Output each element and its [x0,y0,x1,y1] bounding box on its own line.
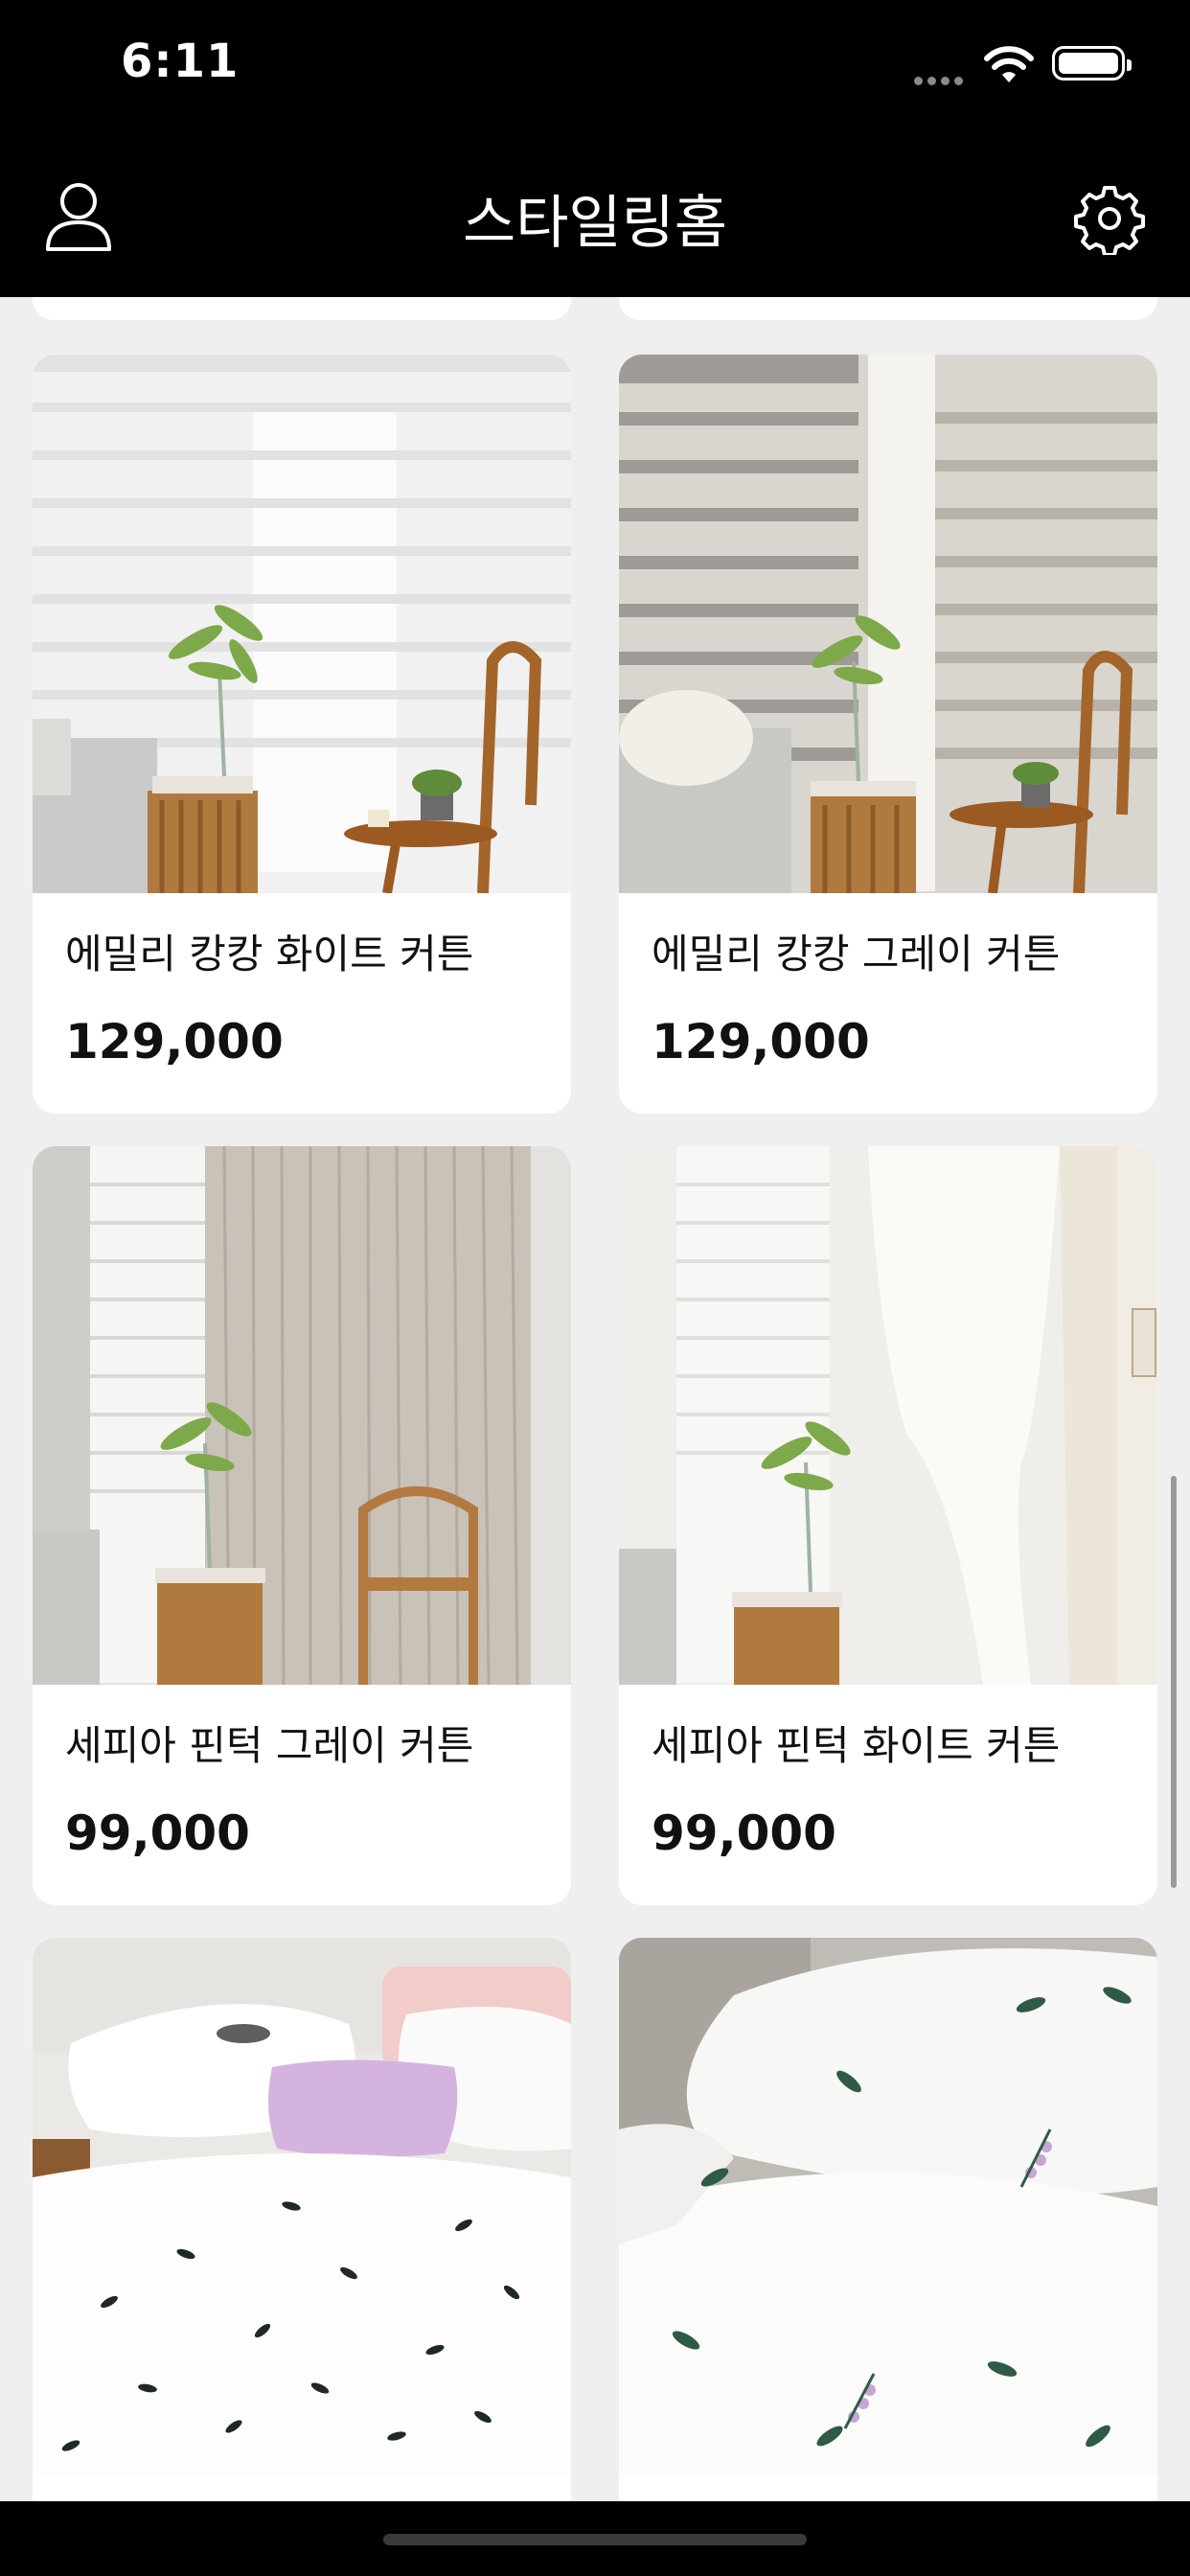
product-card[interactable]: 에밀리 캉캉 화이트 커튼 129,000 [33,355,571,1114]
product-card[interactable]: 세피아 핀턱 화이트 커튼 99,000 [619,1146,1157,1905]
product-name: 에밀리 캉캉 그레이 커튼 [652,931,1061,978]
page-title: 스타일링홈 [463,190,727,257]
scroll-indicator[interactable] [1171,1476,1177,1888]
product-image [619,355,1157,893]
product-price: 99,000 [652,1806,836,1861]
status-time: 6:11 [121,34,240,88]
product-image [619,1146,1157,1685]
home-indicator[interactable] [383,2534,807,2545]
gear-icon[interactable] [1073,182,1146,255]
navigation-bar: 스타일링홈 [0,134,1190,297]
cellular-signal-icon [914,71,968,89]
product-card-partial[interactable] [33,297,571,320]
product-name: 세피아 핀턱 화이트 커튼 [652,1722,1061,1769]
product-price: 129,000 [652,1014,870,1070]
product-card-partial[interactable] [619,297,1157,320]
product-card[interactable]: 에밀리 캉캉 그레이 커튼 129,000 [619,355,1157,1114]
product-price: 99,000 [65,1806,250,1861]
product-image [33,1146,571,1685]
product-image [33,1938,571,2476]
product-grid: 에밀리 캉캉 화이트 커튼 129,000 에밀리 캉캉 그레이 커튼 129,… [0,297,1190,2501]
product-price: 129,000 [65,1014,284,1070]
product-card[interactable]: 세피아 핀턱 그레이 커튼 99,000 [33,1146,571,1905]
product-name: 세피아 핀턱 그레이 커튼 [65,1722,474,1769]
battery-icon [1052,46,1132,80]
product-image [619,1938,1157,2476]
product-image [33,355,571,893]
product-name: 에밀리 캉캉 화이트 커튼 [65,931,474,978]
product-card[interactable] [33,1938,571,2501]
product-card[interactable] [619,1938,1157,2501]
status-bar: 6:11 [0,0,1190,134]
wifi-icon [984,46,1034,82]
